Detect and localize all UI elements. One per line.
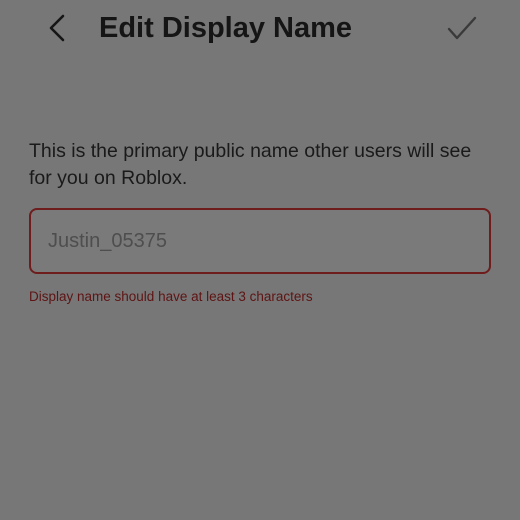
display-name-field bbox=[29, 208, 491, 274]
chevron-left-icon bbox=[38, 8, 78, 48]
checkmark-icon bbox=[440, 8, 484, 48]
display-name-input[interactable] bbox=[31, 210, 489, 272]
edit-display-name-screen: Edit Display Name This is the primary pu… bbox=[0, 0, 520, 520]
page-title: Edit Display Name bbox=[99, 12, 353, 44]
header-bar: Edit Display Name bbox=[0, 0, 520, 60]
description-text: This is the primary public name other us… bbox=[29, 140, 472, 189]
back-button[interactable] bbox=[38, 8, 78, 48]
confirm-button[interactable] bbox=[440, 8, 484, 48]
error-message: Display name should have at least 3 char… bbox=[29, 289, 313, 304]
